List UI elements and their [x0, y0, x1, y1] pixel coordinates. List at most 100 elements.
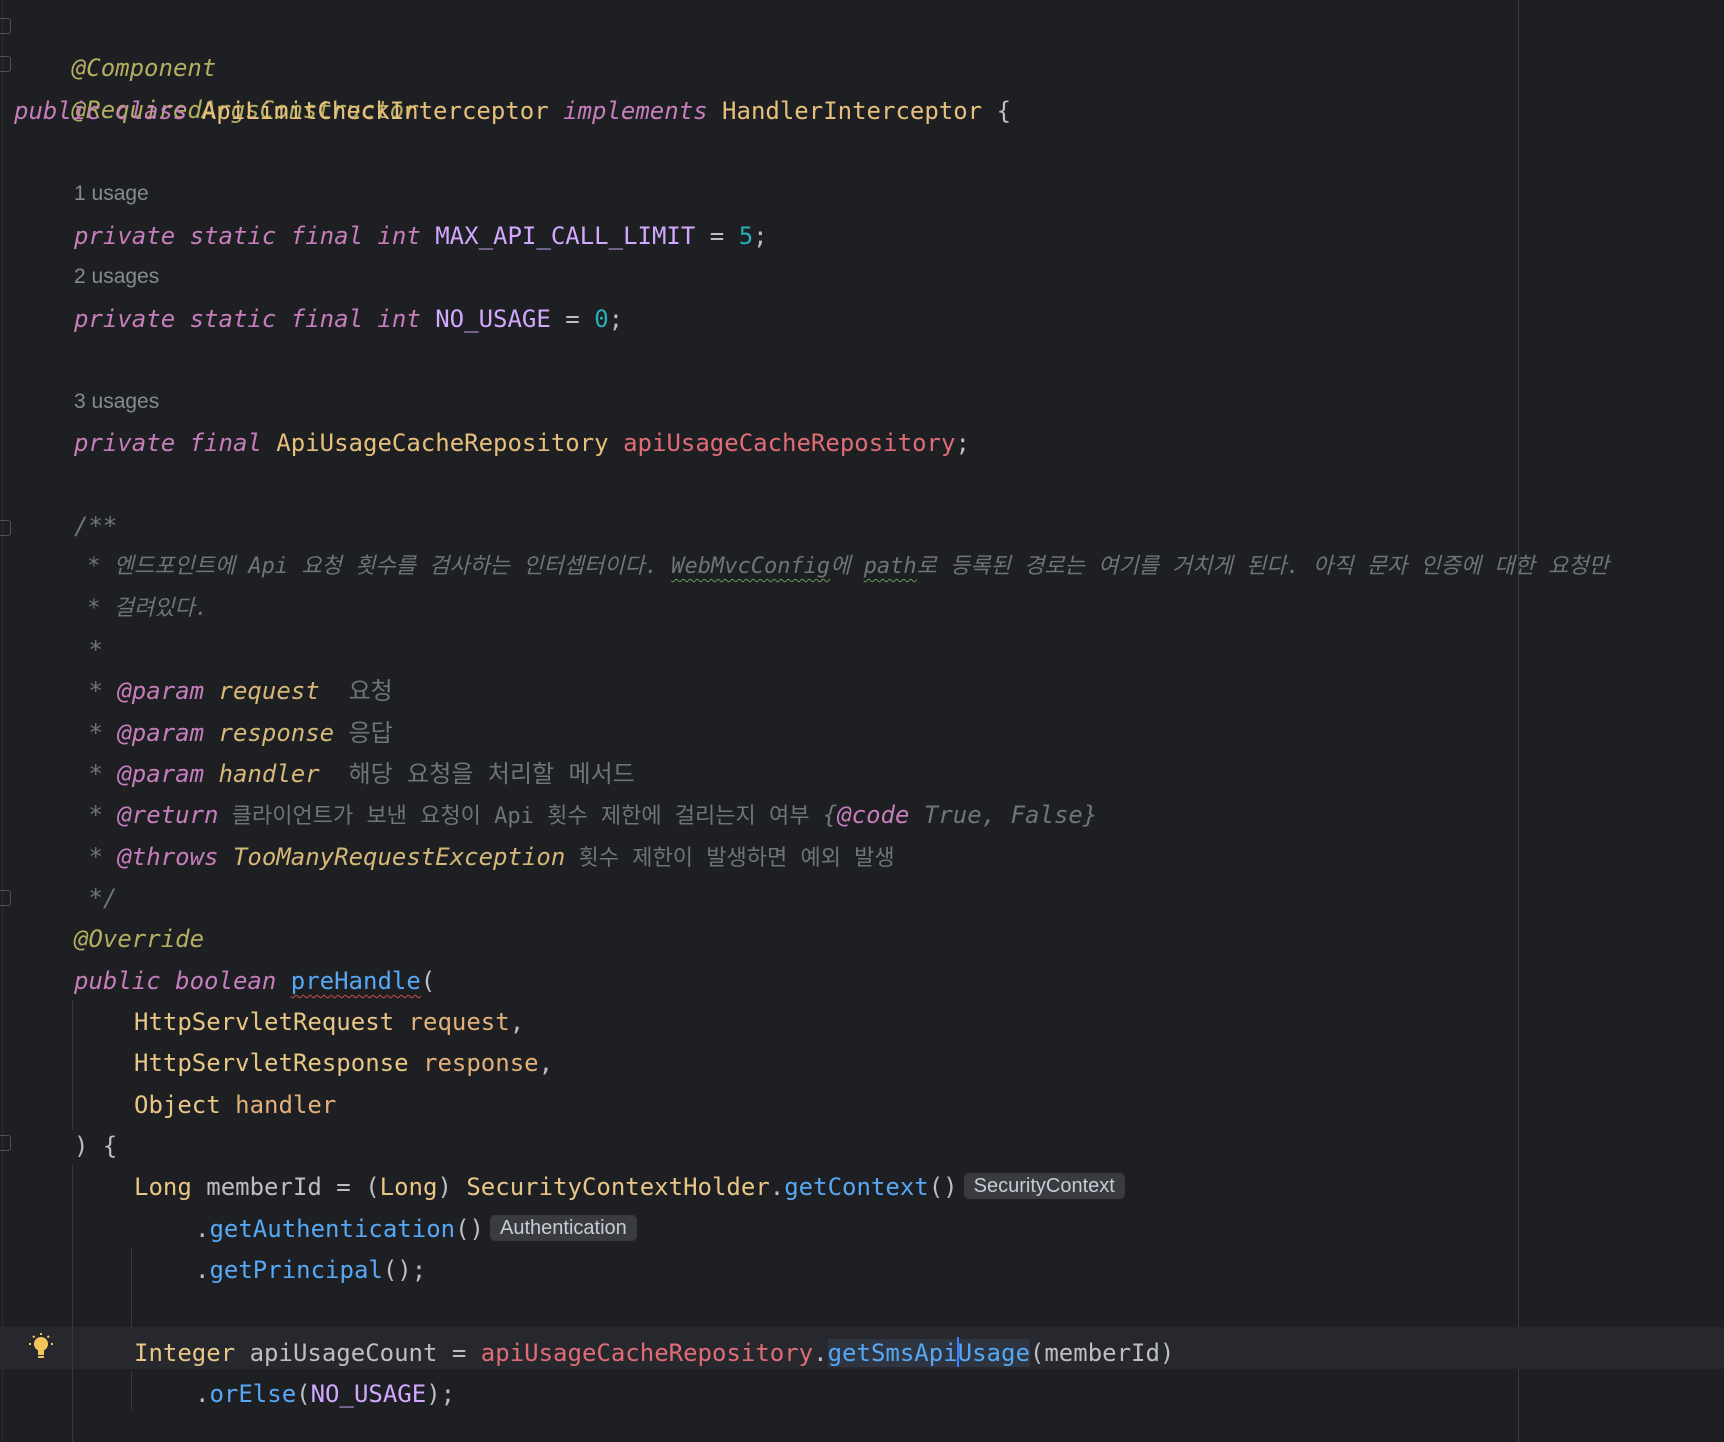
dot: . [195, 1380, 210, 1408]
code-line-chain[interactable]: .getPrincipal(); [195, 1250, 426, 1290]
javadoc-text: * [74, 760, 118, 788]
type-name: HttpServletResponse [134, 1049, 409, 1077]
javadoc-param[interactable]: * @param request 요청 [74, 671, 392, 711]
javadoc-text: 횟수 제한이 발생하면 예외 발생 [565, 846, 895, 871]
call-parens: (); [382, 1256, 427, 1284]
code-line-annotation[interactable]: @RequiredArgsConstructor [14, 50, 419, 124]
javadoc-line[interactable]: * [74, 630, 102, 670]
lightbulb-icon[interactable] [28, 1332, 54, 1362]
call-parens: () [455, 1215, 484, 1243]
modifiers: private final [74, 429, 262, 457]
method-name-part: Usage [957, 1339, 1030, 1367]
code-line-chain[interactable]: .getAuthentication() Authentication [195, 1209, 637, 1249]
type-name: ApiUsageCacheRepository [276, 429, 609, 457]
fold-marker[interactable] [0, 890, 11, 906]
javadoc-text: True, False [909, 801, 1083, 829]
annotation: @Override [74, 925, 205, 953]
javadoc-text: } [1082, 801, 1098, 829]
javadoc-throws[interactable]: * @throws TooManyRequestException 횟수 제한이… [74, 837, 895, 877]
javadoc-exception-name: TooManyRequestException [232, 843, 566, 871]
right-margin-guide [1518, 0, 1519, 1442]
usage-hint[interactable]: 2 usages [74, 257, 159, 297]
number-literal: 5 [738, 222, 754, 250]
javadoc-text: 클라이언트가 보낸 요청이 Api 횟수 제한에 걸리는지 여부 [218, 804, 823, 829]
javadoc-param[interactable]: * @param handler 해당 요청을 처리할 메서드 [74, 754, 634, 794]
method-name-part: getSmsApi [827, 1339, 958, 1367]
fold-marker[interactable] [0, 1135, 11, 1151]
comma: , [538, 1049, 554, 1077]
parameter-name: handler [235, 1091, 337, 1119]
code-text: memberId = ( [191, 1173, 380, 1201]
field-reference[interactable]: apiUsageCacheRepository [481, 1339, 813, 1367]
interface-name: HandlerInterceptor [722, 97, 983, 125]
code-line-statement[interactable]: Long memberId = (Long) SecurityContextHo… [134, 1167, 1125, 1207]
method-call[interactable]: getAuthentication [209, 1215, 455, 1243]
javadoc-param[interactable]: * @param response 응답 [74, 713, 392, 753]
javadoc-tag: @return [117, 801, 219, 829]
javadoc-tag: @param [117, 719, 205, 747]
code-line-annotation[interactable]: @Override [74, 919, 204, 959]
code-line-field[interactable]: private static final int NO_USAGE = 0; [74, 299, 623, 339]
operator: = [695, 222, 739, 250]
code-line-chain[interactable]: .orElse(NO_USAGE); [195, 1374, 455, 1414]
type-name: Integer [134, 1339, 236, 1367]
javadoc-tag: @throws [117, 843, 219, 871]
javadoc-return[interactable]: * @return 클라이언트가 보낸 요청이 Api 횟수 제한에 걸리는지 … [74, 795, 1097, 835]
fold-marker[interactable] [0, 56, 11, 72]
code-editor[interactable]: @Component @RequiredArgsConstructor publ… [0, 0, 1724, 1442]
brace: ) { [74, 1132, 118, 1160]
code-line-parameter[interactable]: Object handler [134, 1085, 336, 1125]
class-name: ApiLimitCheckInterceptor [201, 97, 549, 125]
javadoc-open[interactable]: /** [74, 506, 117, 546]
javadoc-text: 로 등록된 경로는 여기를 거치게 된다. 아직 문자 인증에 대한 요청만 [916, 554, 1609, 579]
usage-hint-text[interactable]: 2 usages [74, 265, 159, 288]
code-line-field[interactable]: private final ApiUsageCacheRepository ap… [74, 423, 970, 463]
dot: . [195, 1215, 210, 1243]
keyword: class [115, 97, 188, 125]
keyword: public [14, 97, 101, 125]
indent-guide [72, 1165, 73, 1442]
usage-hint-text[interactable]: 1 usage [74, 182, 149, 205]
usage-hint[interactable]: 1 usage [74, 174, 149, 214]
code-line-annotation[interactable]: @Component [14, 8, 217, 82]
code-line-signature-close[interactable]: ) { [74, 1126, 117, 1166]
method-name[interactable]: preHandle [291, 967, 421, 995]
javadoc-text: WebMvcConfig [671, 554, 831, 579]
usage-hint[interactable]: 3 usages [74, 382, 159, 422]
code-line-method-signature[interactable]: public boolean preHandle( [74, 961, 435, 1001]
javadoc-close[interactable]: */ [74, 878, 117, 918]
paren: ( [296, 1380, 311, 1408]
type-name: Object [134, 1091, 221, 1119]
method-call[interactable]: getSmsApiUsage [827, 1337, 1030, 1367]
javadoc-text: * 엔드포인트에 Api 요청 횟수를 검사하는 인터셉터이다. [74, 554, 672, 579]
code-line-field[interactable]: private static final int MAX_API_CALL_LI… [74, 216, 768, 256]
type-inlay-hint: Authentication [490, 1215, 637, 1241]
javadoc-text: /** [74, 512, 118, 540]
fold-marker[interactable] [0, 18, 11, 34]
indent-guide [131, 1371, 132, 1411]
code-line-class-declaration[interactable]: public class ApiLimitCheckInterceptor im… [14, 91, 1011, 131]
dot: . [195, 1256, 210, 1284]
fold-marker[interactable] [0, 520, 11, 536]
method-call[interactable]: getPrincipal [209, 1256, 382, 1284]
semicolon: ; [955, 429, 970, 457]
javadoc-line[interactable]: * 엔드포인트에 Api 요청 횟수를 검사하는 인터셉터이다. WebMvcC… [74, 547, 1609, 587]
javadoc-text: * [74, 719, 118, 747]
code-line-parameter[interactable]: HttpServletRequest request, [134, 1002, 524, 1042]
javadoc-text: * [74, 801, 118, 829]
javadoc-tag: @param [117, 677, 205, 705]
code-line-parameter[interactable]: HttpServletResponse response, [134, 1043, 553, 1083]
method-call[interactable]: getContext [784, 1173, 929, 1201]
parameter-name: response [423, 1049, 539, 1077]
constant-reference[interactable]: NO_USAGE [311, 1380, 427, 1408]
call-args: (memberId) [1029, 1339, 1175, 1367]
comma: , [509, 1008, 525, 1036]
javadoc-line[interactable]: * 걸려있다. [74, 589, 208, 629]
usage-hint-text[interactable]: 3 usages [74, 390, 159, 413]
method-call[interactable]: orElse [209, 1380, 296, 1408]
code-text: ) [437, 1173, 467, 1201]
javadoc-param-name: handler [218, 760, 320, 788]
code-line-statement[interactable]: Integer apiUsageCount = apiUsageCacheRep… [134, 1333, 1174, 1373]
class-name: SecurityContextHolder [466, 1173, 770, 1201]
type-name: Long [379, 1173, 438, 1201]
